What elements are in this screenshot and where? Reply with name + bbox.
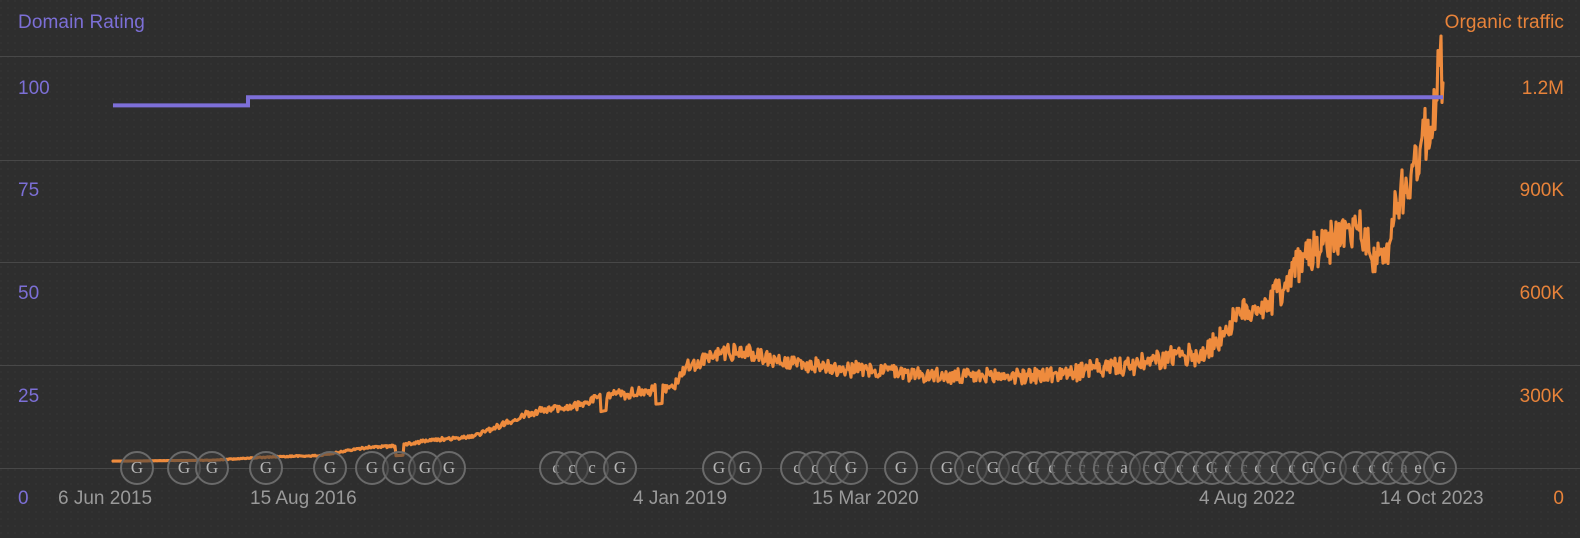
update-marker-19[interactable]: G bbox=[884, 451, 918, 485]
update-marker-4[interactable]: G bbox=[313, 451, 347, 485]
organic-traffic-line bbox=[111, 34, 1445, 463]
update-marker-8[interactable]: G bbox=[432, 451, 466, 485]
update-marker-0[interactable]: G bbox=[120, 451, 154, 485]
seo-performance-chart: Domain Rating Organic traffic 100 75 50 … bbox=[0, 0, 1580, 538]
domain-rating-line bbox=[113, 95, 1443, 108]
update-marker-18[interactable]: G bbox=[834, 451, 868, 485]
update-marker-3[interactable]: G bbox=[249, 451, 283, 485]
update-marker-12[interactable]: G bbox=[603, 451, 637, 485]
update-marker-2[interactable]: G bbox=[195, 451, 229, 485]
update-marker-14[interactable]: G bbox=[728, 451, 762, 485]
update-marker-48[interactable]: G bbox=[1423, 451, 1457, 485]
